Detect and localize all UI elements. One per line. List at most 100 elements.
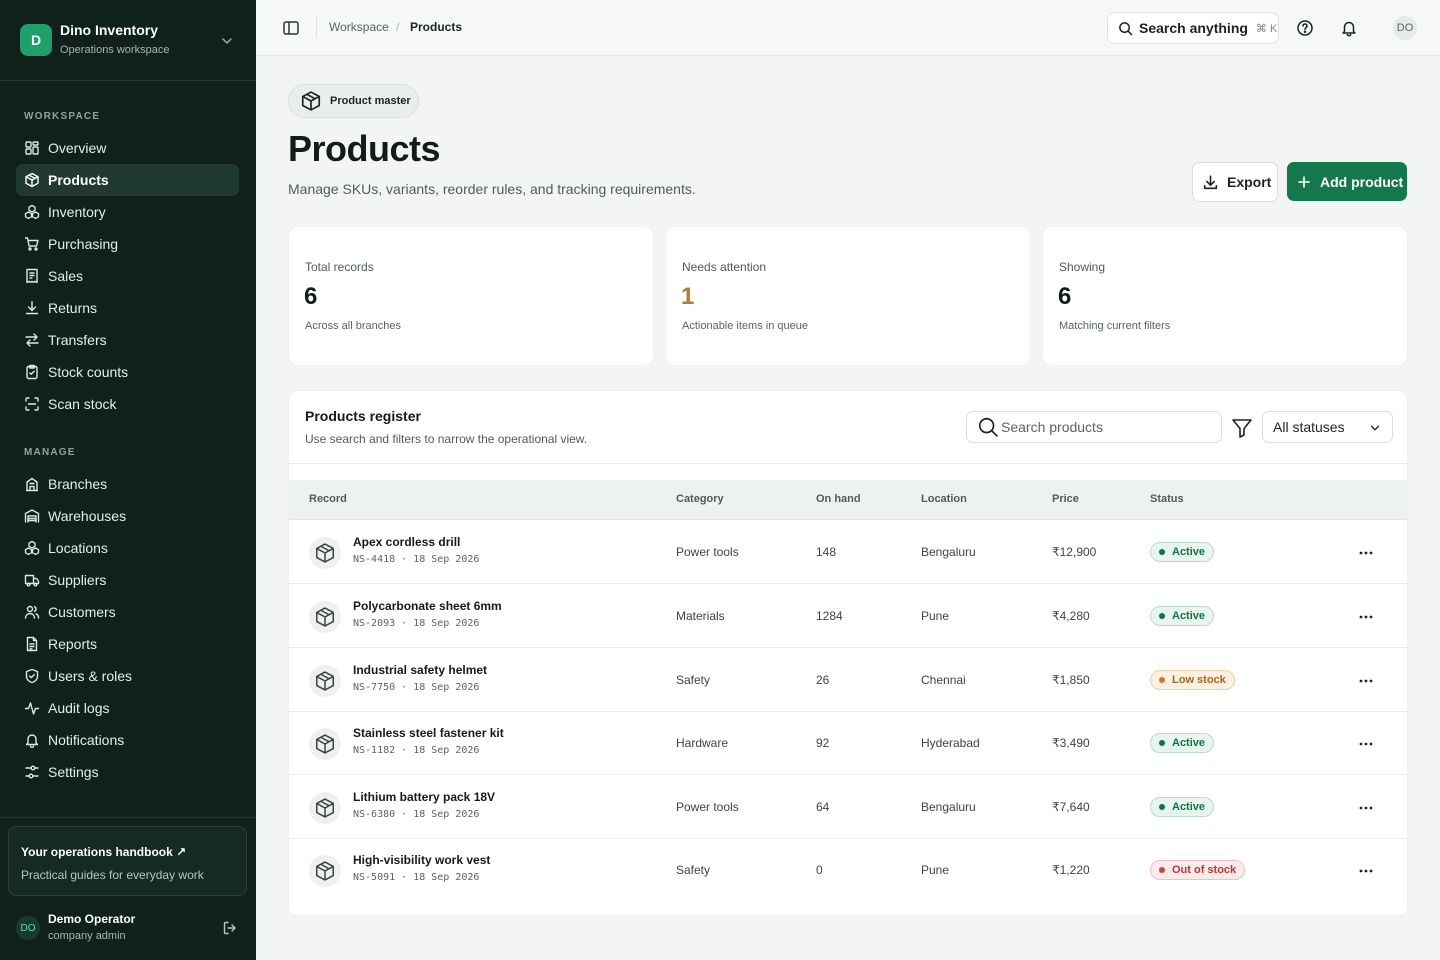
more-horizontal-icon[interactable]: [1357, 672, 1375, 690]
product-name[interactable]: Polycarbonate sheet 6mm: [353, 599, 502, 613]
product-price: ₹1,220: [1052, 863, 1090, 877]
sidebar-item-scan-stock[interactable]: Scan stock: [16, 388, 239, 420]
column-header-price[interactable]: Price: [1052, 493, 1079, 505]
product-name[interactable]: Apex cordless drill: [353, 535, 460, 549]
stat-card-total-records: Total records 6 Across all branches: [288, 226, 654, 366]
sidebar-item-users-roles[interactable]: Users & roles: [16, 660, 239, 692]
column-header-category[interactable]: Category: [676, 493, 724, 505]
status-label: Active: [1172, 737, 1206, 749]
user-name: Demo Operator: [48, 912, 136, 926]
column-header-on-hand[interactable]: On hand: [816, 493, 861, 505]
box-icon: [315, 543, 335, 563]
sidebar-item-products[interactable]: Products: [16, 164, 239, 196]
product-price: ₹12,900: [1052, 545, 1097, 559]
register-subtitle: Use search and filters to narrow the ope…: [305, 432, 588, 446]
user-avatar[interactable]: DO: [1393, 16, 1417, 40]
sidebar-item-returns[interactable]: Returns: [16, 292, 239, 324]
download-icon: [1203, 174, 1218, 189]
chevron-down-icon[interactable]: [219, 33, 235, 49]
column-header-record[interactable]: Record: [309, 493, 347, 505]
product-category: Safety: [676, 673, 711, 687]
column-header-status[interactable]: Status: [1150, 493, 1184, 505]
product-name[interactable]: Lithium battery pack 18V: [353, 790, 495, 804]
sidebar-item-label: Reports: [48, 636, 98, 652]
box-icon: [301, 91, 321, 111]
more-horizontal-icon[interactable]: [1357, 608, 1375, 626]
status-filter-select[interactable]: All statuses: [1262, 411, 1393, 443]
box-icon: [315, 798, 335, 818]
handbook-link[interactable]: Your operations handbook ↗ Practical gui…: [8, 826, 247, 896]
sidebar-item-warehouses[interactable]: Warehouses: [16, 500, 239, 532]
sidebar-item-notifications[interactable]: Notifications: [16, 724, 239, 756]
table-row[interactable]: Apex cordless drill NS-4418 · 18 Sep 202…: [289, 520, 1407, 584]
global-search[interactable]: Search anything ⌘ K: [1107, 12, 1279, 44]
product-avatar: [309, 601, 341, 633]
table-row[interactable]: Polycarbonate sheet 6mm NS-2093 · 18 Sep…: [289, 584, 1407, 648]
org-switcher[interactable]: D Dino Inventory Operations workspace: [0, 0, 256, 81]
sidebar-item-stock-counts[interactable]: Stock counts: [16, 356, 239, 388]
search-shortcut: ⌘ K: [1255, 22, 1278, 35]
sliders-icon: [25, 765, 39, 779]
status-badge: Active: [1150, 733, 1215, 753]
stat-value: 6: [304, 283, 318, 310]
sidebar-item-label: Suppliers: [48, 572, 107, 588]
more-horizontal-icon[interactable]: [1357, 799, 1375, 817]
search-icon: [1119, 21, 1133, 35]
users-icon: [24, 605, 40, 619]
sidebar-item-locations[interactable]: Locations: [16, 532, 239, 564]
product-price: ₹3,490: [1052, 736, 1090, 750]
sidebar-item-reports[interactable]: Reports: [16, 628, 239, 660]
stat-value: 1: [681, 283, 695, 310]
sidebar-item-purchasing[interactable]: Purchasing: [16, 228, 239, 260]
add-product-button[interactable]: Add product: [1287, 162, 1407, 201]
product-name[interactable]: Stainless steel fastener kit: [353, 726, 504, 740]
product-on-hand: 26: [816, 673, 830, 687]
sidebar-item-label: Notifications: [48, 732, 125, 748]
table-row[interactable]: Lithium battery pack 18V NS-6380 · 18 Se…: [289, 775, 1407, 839]
status-badge: Low stock: [1150, 670, 1235, 690]
product-location: Pune: [921, 609, 950, 623]
product-name[interactable]: Industrial safety helmet: [353, 663, 487, 677]
box-icon: [315, 671, 335, 691]
sidebar-item-customers[interactable]: Customers: [16, 596, 239, 628]
sidebar-item-sales[interactable]: Sales: [16, 260, 239, 292]
sidebar-item-label: Users & roles: [48, 668, 133, 684]
product-avatar: [309, 665, 341, 697]
help-icon[interactable]: [1296, 19, 1314, 37]
stat-subtext: Matching current filters: [1059, 320, 1171, 332]
product-location: Chennai: [921, 673, 966, 687]
logout-icon[interactable]: [222, 920, 238, 936]
box-icon: [315, 607, 335, 627]
table-row[interactable]: High-visibility work vest NS-5091 · 18 S…: [289, 838, 1407, 902]
more-horizontal-icon[interactable]: [1357, 544, 1375, 562]
bell-icon[interactable]: [1340, 19, 1358, 37]
status-badge: Out of stock: [1150, 860, 1246, 880]
user-avatar[interactable]: DO: [16, 916, 40, 940]
table-row[interactable]: Industrial safety helmet NS-7750 · 18 Se…: [289, 648, 1407, 712]
sidebar-item-label: Sales: [48, 268, 84, 284]
sidebar-item-label: Returns: [48, 300, 98, 316]
sidebar-item-audit-logs[interactable]: Audit logs: [16, 692, 239, 724]
breadcrumb-workspace[interactable]: Workspace: [329, 20, 389, 34]
sidebar-item-overview[interactable]: Overview: [16, 132, 239, 164]
sidebar-toggle-icon[interactable]: [282, 19, 300, 37]
breadcrumb-current: Products: [410, 20, 463, 34]
sidebar-item-label: Stock counts: [48, 364, 129, 380]
sidebar-item-label: Purchasing: [48, 236, 119, 252]
page-chip-label: Product master: [330, 95, 411, 107]
column-header-location[interactable]: Location: [921, 493, 967, 505]
product-meta: NS-2093 · 18 Sep 2026: [353, 618, 480, 629]
box-icon: [315, 861, 335, 881]
product-search[interactable]: Search products: [966, 411, 1222, 443]
more-horizontal-icon[interactable]: [1357, 735, 1375, 753]
product-name[interactable]: High-visibility work vest: [353, 853, 490, 867]
more-horizontal-icon[interactable]: [1357, 862, 1375, 880]
sidebar-item-branches[interactable]: Branches: [16, 468, 239, 500]
sidebar-item-settings[interactable]: Settings: [16, 756, 239, 788]
table-row[interactable]: Stainless steel fastener kit NS-1182 · 1…: [289, 711, 1407, 775]
sidebar-item-inventory[interactable]: Inventory: [16, 196, 239, 228]
sidebar-item-suppliers[interactable]: Suppliers: [16, 564, 239, 596]
sidebar-item-transfers[interactable]: Transfers: [16, 324, 239, 356]
filter-icon[interactable]: [1230, 416, 1254, 440]
export-button[interactable]: Export: [1192, 162, 1278, 202]
